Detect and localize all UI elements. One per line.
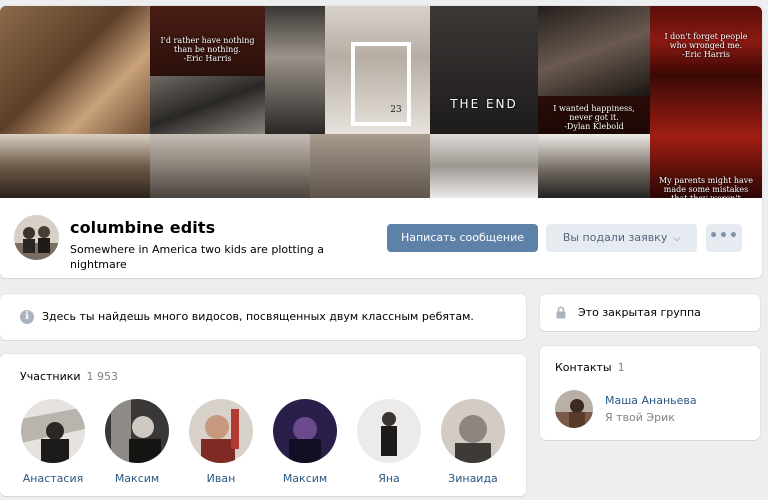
group-avatar[interactable] xyxy=(14,215,59,260)
cover-tile-cassette xyxy=(150,76,265,134)
member-avatar[interactable] xyxy=(273,399,337,463)
contacts-count: 1 xyxy=(617,361,625,374)
group-description: Здесь ты найдешь много видосов, посвящен… xyxy=(42,310,474,323)
contacts-title: Контакты xyxy=(555,361,612,374)
members-header[interactable]: Участники 1 953 xyxy=(20,370,118,383)
member-name[interactable]: Иван xyxy=(179,472,263,485)
member-avatar[interactable] xyxy=(357,399,421,463)
member-item[interactable]: Иван xyxy=(179,399,263,485)
group-header-card: I'd rather have nothing than be nothing.… xyxy=(0,6,762,278)
member-name[interactable]: Зинаида xyxy=(431,472,515,485)
closed-group-label: Это закрытая группа xyxy=(578,306,701,319)
cover-tile-quote-1: I'd rather have nothing than be nothing.… xyxy=(150,6,265,76)
member-avatar[interactable] xyxy=(21,399,85,463)
member-avatar[interactable] xyxy=(441,399,505,463)
cover-tile-closeup xyxy=(0,134,150,198)
group-info-card: i Здесь ты найдешь много видосов, посвящ… xyxy=(0,294,526,340)
member-name[interactable]: Анастасия xyxy=(11,472,95,485)
cover-tile-portrait-sunglasses xyxy=(265,6,325,134)
cover-tile-portrait-red-2: My parents might have made some mistakes… xyxy=(650,76,762,198)
cover-tile-room xyxy=(150,134,310,198)
write-message-button[interactable]: Написать сообщение xyxy=(387,224,538,252)
members-count: 1 953 xyxy=(86,370,119,383)
cover-quote-2: I wanted happiness, never got it. -Dylan… xyxy=(553,104,635,131)
member-avatar[interactable] xyxy=(189,399,253,463)
member-name[interactable]: Максим xyxy=(263,472,347,485)
members-title: Участники xyxy=(20,370,81,383)
cover-quote-4: My parents might have made some mistakes… xyxy=(658,176,754,198)
member-item[interactable]: Зинаида xyxy=(431,399,515,485)
member-item[interactable]: Яна xyxy=(347,399,431,485)
cover-tile-portrait-cap xyxy=(538,134,650,198)
cover-the-end: THE END xyxy=(450,97,518,111)
group-name: columbine edits xyxy=(70,218,216,237)
member-item[interactable]: Максим xyxy=(263,399,347,485)
contact-name[interactable]: Маша Ананьева xyxy=(605,394,697,407)
cover-number: 2‌3 xyxy=(390,105,402,115)
request-sent-label: Вы подали заявку xyxy=(562,231,668,244)
cover-collage[interactable]: I'd rather have nothing than be nothing.… xyxy=(0,6,762,198)
cover-quote-1: I'd rather have nothing than be nothing.… xyxy=(160,36,255,63)
cover-tile-quote-2: I wanted happiness, never got it. -Dylan… xyxy=(538,96,650,134)
info-icon: i xyxy=(20,310,34,324)
cover-tile-tv xyxy=(430,134,538,198)
contact-avatar[interactable] xyxy=(555,390,593,428)
member-item[interactable]: Максим xyxy=(95,399,179,485)
cover-tile-portrait-red-1 xyxy=(538,6,650,96)
contact-role: Я твой Эрик xyxy=(605,411,675,424)
lock-icon xyxy=(556,306,566,319)
cover-quote-3: I don't forget people who wronged me. -E… xyxy=(664,32,748,59)
member-item[interactable]: Анастасия xyxy=(11,399,95,485)
member-name[interactable]: Максим xyxy=(95,472,179,485)
member-name[interactable]: Яна xyxy=(347,472,431,485)
group-status: Somewhere in America two kids are plotti… xyxy=(70,243,324,271)
request-sent-button[interactable]: Вы подали заявку ⌵ xyxy=(546,224,697,252)
contacts-header[interactable]: Контакты 1 xyxy=(555,361,625,374)
closed-group-card: Это закрытая группа xyxy=(540,294,760,331)
member-avatar[interactable] xyxy=(105,399,169,463)
cover-tile-the-end: THE END xyxy=(430,6,538,134)
more-actions-button[interactable]: ••• xyxy=(706,224,742,252)
cover-tile-cafeteria xyxy=(310,134,430,198)
chevron-down-icon: ⌵ xyxy=(673,234,681,244)
cover-tile-framed-boy: 2‌3 xyxy=(325,6,430,134)
group-avatar-image xyxy=(14,215,59,260)
cover-tile-quote-3: I don't forget people who wronged me. -E… xyxy=(650,6,762,76)
cover-tile-violin xyxy=(0,6,150,134)
